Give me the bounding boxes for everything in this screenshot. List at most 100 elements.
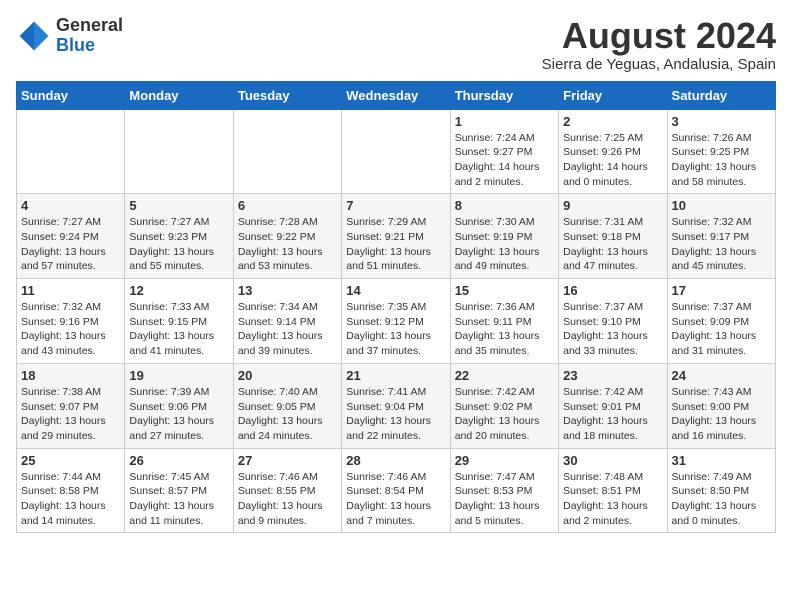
table-row xyxy=(342,109,450,194)
table-row: 8 Sunrise: 7:30 AMSunset: 9:19 PMDaylight… xyxy=(450,194,558,279)
logo-icon xyxy=(16,18,52,54)
day-number: 9 xyxy=(563,198,662,213)
col-friday: Friday xyxy=(559,81,667,109)
day-info: Sunrise: 7:38 AMSunset: 9:07 PMDaylight:… xyxy=(21,385,120,444)
day-number: 22 xyxy=(455,368,554,383)
day-number: 6 xyxy=(238,198,337,213)
day-info: Sunrise: 7:42 AMSunset: 9:01 PMDaylight:… xyxy=(563,385,662,444)
calendar-week-row: 1 Sunrise: 7:24 AMSunset: 9:27 PMDaylight… xyxy=(17,109,776,194)
day-info: Sunrise: 7:43 AMSunset: 9:00 PMDaylight:… xyxy=(672,385,771,444)
table-row: 16Sunrise: 7:37 AMSunset: 9:10 PMDayligh… xyxy=(559,279,667,364)
table-row: 20Sunrise: 7:40 AMSunset: 9:05 PMDayligh… xyxy=(233,363,341,448)
logo-text: General Blue xyxy=(56,16,123,56)
table-row: 28 Sunrise: 7:46 AMSunset: 8:54 PMDayligh… xyxy=(342,448,450,533)
day-info: Sunrise: 7:30 AMSunset: 9:19 PMDaylight:… xyxy=(455,215,554,274)
day-number: 15 xyxy=(455,283,554,298)
table-row: 27Sunrise: 7:46 AMSunset: 8:55 PMDayligh… xyxy=(233,448,341,533)
day-number: 28 xyxy=(346,453,445,468)
day-info: Sunrise: 7:25 AMSunset: 9:26 PMDaylight:… xyxy=(563,131,662,190)
day-info: Sunrise: 7:46 AMSunset: 8:55 PMDaylight:… xyxy=(238,470,337,529)
day-number: 20 xyxy=(238,368,337,383)
day-number: 5 xyxy=(129,198,228,213)
day-number: 8 xyxy=(455,198,554,213)
col-tuesday: Tuesday xyxy=(233,81,341,109)
day-info: Sunrise: 7:24 AMSunset: 9:27 PMDaylight:… xyxy=(455,131,554,190)
day-info: Sunrise: 7:32 AMSunset: 9:16 PMDaylight:… xyxy=(21,300,120,359)
title-block: August 2024 Sierra de Yeguas, Andalusia,… xyxy=(542,16,776,73)
day-info: Sunrise: 7:35 AMSunset: 9:12 PMDaylight:… xyxy=(346,300,445,359)
table-row: 3Sunrise: 7:26 AMSunset: 9:25 PMDaylight… xyxy=(667,109,775,194)
day-info: Sunrise: 7:42 AMSunset: 9:02 PMDaylight:… xyxy=(455,385,554,444)
table-row: 2 Sunrise: 7:25 AMSunset: 9:26 PMDaylight… xyxy=(559,109,667,194)
table-row: 31 Sunrise: 7:49 AMSunset: 8:50 PMDayligh… xyxy=(667,448,775,533)
day-number: 11 xyxy=(21,283,120,298)
day-number: 29 xyxy=(455,453,554,468)
day-number: 14 xyxy=(346,283,445,298)
day-number: 31 xyxy=(672,453,771,468)
day-info: Sunrise: 7:32 AMSunset: 9:17 PMDaylight:… xyxy=(672,215,771,274)
calendar-table: Sunday Monday Tuesday Wednesday Thursday… xyxy=(16,81,776,534)
day-number: 24 xyxy=(672,368,771,383)
col-thursday: Thursday xyxy=(450,81,558,109)
col-saturday: Saturday xyxy=(667,81,775,109)
day-info: Sunrise: 7:27 AMSunset: 9:23 PMDaylight:… xyxy=(129,215,228,274)
day-number: 25 xyxy=(21,453,120,468)
table-row: 11 Sunrise: 7:32 AMSunset: 9:16 PMDayligh… xyxy=(17,279,125,364)
day-number: 23 xyxy=(563,368,662,383)
day-info: Sunrise: 7:28 AMSunset: 9:22 PMDaylight:… xyxy=(238,215,337,274)
day-number: 13 xyxy=(238,283,337,298)
table-row: 23 Sunrise: 7:42 AMSunset: 9:01 PMDayligh… xyxy=(559,363,667,448)
day-info: Sunrise: 7:49 AMSunset: 8:50 PMDaylight:… xyxy=(672,470,771,529)
col-monday: Monday xyxy=(125,81,233,109)
day-info: Sunrise: 7:31 AMSunset: 9:18 PMDaylight:… xyxy=(563,215,662,274)
day-info: Sunrise: 7:45 AMSunset: 8:57 PMDaylight:… xyxy=(129,470,228,529)
calendar-week-row: 25 Sunrise: 7:44 AMSunset: 8:58 PMDayligh… xyxy=(17,448,776,533)
day-info: Sunrise: 7:36 AMSunset: 9:11 PMDaylight:… xyxy=(455,300,554,359)
calendar-week-row: 11 Sunrise: 7:32 AMSunset: 9:16 PMDayligh… xyxy=(17,279,776,364)
day-info: Sunrise: 7:46 AMSunset: 8:54 PMDaylight:… xyxy=(346,470,445,529)
day-number: 18 xyxy=(21,368,120,383)
day-number: 17 xyxy=(672,283,771,298)
table-row xyxy=(17,109,125,194)
day-info: Sunrise: 7:27 AMSunset: 9:24 PMDaylight:… xyxy=(21,215,120,274)
table-row: 12Sunrise: 7:33 AMSunset: 9:15 PMDayligh… xyxy=(125,279,233,364)
table-row: 18 Sunrise: 7:38 AMSunset: 9:07 PMDayligh… xyxy=(17,363,125,448)
table-row: 1 Sunrise: 7:24 AMSunset: 9:27 PMDaylight… xyxy=(450,109,558,194)
day-number: 2 xyxy=(563,114,662,129)
day-number: 19 xyxy=(129,368,228,383)
day-info: Sunrise: 7:26 AMSunset: 9:25 PMDaylight:… xyxy=(672,131,771,190)
table-row xyxy=(233,109,341,194)
location-title: Sierra de Yeguas, Andalusia, Spain xyxy=(542,56,776,73)
day-number: 12 xyxy=(129,283,228,298)
day-number: 21 xyxy=(346,368,445,383)
table-row: 29Sunrise: 7:47 AMSunset: 8:53 PMDayligh… xyxy=(450,448,558,533)
day-info: Sunrise: 7:41 AMSunset: 9:04 PMDaylight:… xyxy=(346,385,445,444)
table-row: 21 Sunrise: 7:41 AMSunset: 9:04 PMDayligh… xyxy=(342,363,450,448)
calendar-header-row: Sunday Monday Tuesday Wednesday Thursday… xyxy=(17,81,776,109)
table-row: 25 Sunrise: 7:44 AMSunset: 8:58 PMDayligh… xyxy=(17,448,125,533)
logo: General Blue xyxy=(16,16,123,56)
day-number: 26 xyxy=(129,453,228,468)
table-row xyxy=(125,109,233,194)
day-number: 1 xyxy=(455,114,554,129)
table-row: 4Sunrise: 7:27 AMSunset: 9:24 PMDaylight… xyxy=(17,194,125,279)
table-row: 5 Sunrise: 7:27 AMSunset: 9:23 PMDaylight… xyxy=(125,194,233,279)
month-title: August 2024 xyxy=(542,16,776,56)
table-row: 15 Sunrise: 7:36 AMSunset: 9:11 PMDayligh… xyxy=(450,279,558,364)
page-header: General Blue August 2024 Sierra de Yegua… xyxy=(16,16,776,73)
day-info: Sunrise: 7:48 AMSunset: 8:51 PMDaylight:… xyxy=(563,470,662,529)
day-number: 7 xyxy=(346,198,445,213)
day-info: Sunrise: 7:39 AMSunset: 9:06 PMDaylight:… xyxy=(129,385,228,444)
table-row: 6 Sunrise: 7:28 AMSunset: 9:22 PMDaylight… xyxy=(233,194,341,279)
day-number: 10 xyxy=(672,198,771,213)
col-sunday: Sunday xyxy=(17,81,125,109)
day-number: 16 xyxy=(563,283,662,298)
table-row: 22 Sunrise: 7:42 AMSunset: 9:02 PMDayligh… xyxy=(450,363,558,448)
day-info: Sunrise: 7:29 AMSunset: 9:21 PMDaylight:… xyxy=(346,215,445,274)
table-row: 13Sunrise: 7:34 AMSunset: 9:14 PMDayligh… xyxy=(233,279,341,364)
table-row: 17Sunrise: 7:37 AMSunset: 9:09 PMDayligh… xyxy=(667,279,775,364)
col-wednesday: Wednesday xyxy=(342,81,450,109)
day-info: Sunrise: 7:44 AMSunset: 8:58 PMDaylight:… xyxy=(21,470,120,529)
table-row: 14 Sunrise: 7:35 AMSunset: 9:12 PMDayligh… xyxy=(342,279,450,364)
table-row: 26 Sunrise: 7:45 AMSunset: 8:57 PMDayligh… xyxy=(125,448,233,533)
